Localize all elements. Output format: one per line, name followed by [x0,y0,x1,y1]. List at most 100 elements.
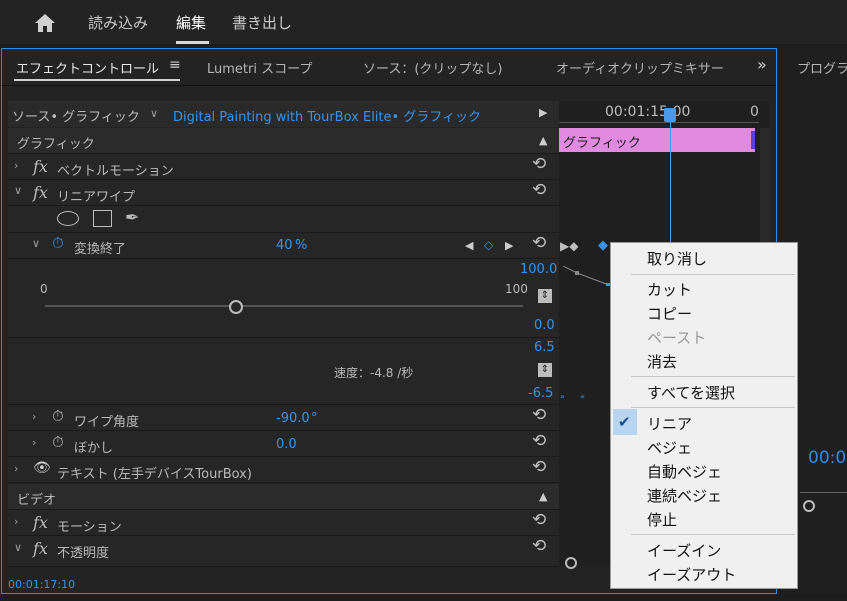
menu-item-undo[interactable]: 取り消し [647,248,707,269]
graphic-clip[interactable]: グラフィック [559,128,755,152]
menu-item-bezier[interactable]: ベジェ [647,437,692,458]
transition-end-unit: % [295,238,308,253]
tab-menu-icon[interactable]: ≡ [169,57,181,73]
source-dropdown-icon[interactable]: ∨ [150,107,158,120]
row-mask-tools [8,206,559,233]
fx-icon[interactable]: fx [33,513,48,532]
collapse-chevron-icon[interactable]: ∨ [14,184,22,197]
collapse-chevron-icon[interactable]: ∨ [14,541,22,554]
section-collapse-icon[interactable]: ▲ [539,134,547,147]
checkmark-icon: ✔ [618,413,631,431]
timeline-timecode: 00:01:15:00 [605,104,691,120]
timeline-zoom-handle[interactable] [565,557,577,569]
tab-audio-clip-mixer[interactable]: オーディオクリップミキサー [556,58,726,77]
section-graphic-label: グラフィック [17,137,95,152]
wipe-angle-label: ワイプ角度 [74,415,140,430]
fx-icon[interactable]: fx [33,183,48,202]
keyframe-nav-icon[interactable]: ▶◆ [560,239,578,253]
play-only-icon[interactable]: ▶ [539,106,547,119]
add-keyframe-icon[interactable]: ◇ [484,238,493,252]
ellipse-mask-icon[interactable] [57,211,79,226]
reset-icon[interactable]: ⟲ [532,536,546,556]
expand-chevron-icon[interactable]: › [32,410,36,423]
stopwatch-icon[interactable]: ⏱ [52,407,64,425]
transition-end-label: 変換終了 [74,242,127,257]
nav-edit[interactable]: 編集 [176,12,206,33]
menu-item-ease-out[interactable]: イーズアウト [647,564,736,585]
footer-timecode: 00:01:17:10 [8,578,76,591]
reset-icon[interactable]: ⟲ [532,180,546,200]
collapse-chevron-icon[interactable]: ∨ [32,237,40,250]
feather-value[interactable]: 0.0 [276,437,297,452]
home-icon[interactable] [33,12,57,38]
menu-item-paste: ペースト [647,329,707,347]
section-collapse-icon[interactable]: ▲ [539,490,547,503]
effect-linear-wipe-label: リニアワイプ [57,190,136,205]
tab-lumetri-scopes[interactable]: Lumetri スコープ [207,58,312,77]
section-video-label: ビデオ [17,493,57,508]
nav-export[interactable]: 書き出し [232,12,292,33]
slider-min-label: 0 [40,282,48,296]
velocity-top-label: 6.5 [534,340,555,355]
row-value-slider [8,259,559,338]
stopwatch-icon[interactable]: ⏱ [52,234,64,252]
effect-opacity-label: 不透明度 [57,546,110,561]
menu-separator [631,376,795,377]
effect-motion-label: モーション [57,520,122,535]
transition-end-value[interactable]: 40 [276,238,293,253]
menu-item-clear[interactable]: 消去 [647,351,677,372]
fx-icon[interactable]: fx [33,157,48,176]
reset-icon[interactable]: ⟲ [532,405,546,425]
tab-effect-controls[interactable]: エフェクトコントロール [16,58,159,77]
tabs-overflow-icon[interactable]: » [757,55,767,74]
tab-source[interactable]: ソース：(クリップなし) [363,58,503,77]
fx-icon[interactable]: fx [33,539,48,558]
next-keyframe-icon[interactable]: ▶ [505,239,513,252]
keyframe-selected-icon[interactable]: ◆ [598,238,608,253]
expand-chevron-icon[interactable]: › [14,515,18,528]
velocity-fit-icon[interactable]: ⇕ [538,363,552,377]
wipe-angle-value[interactable]: -90.0 [276,411,310,426]
menu-item-select-all[interactable]: すべてを選択 [647,382,735,403]
rectangle-mask-icon[interactable] [93,210,112,227]
text-layer-label: テキスト (左手デバイスTourBox) [57,467,252,482]
tab-active-indicator [14,79,180,81]
section-video [8,484,559,510]
wipe-angle-unit: ° [311,411,318,426]
menu-item-cut[interactable]: カット [647,279,692,300]
value-max-label: 100.0 [520,262,558,277]
menu-separator [631,407,795,408]
reset-icon[interactable]: ⟲ [532,457,546,477]
menu-item-ease-in[interactable]: イーズイン [647,540,721,561]
velocity-bottom-label: -6.5 [528,386,554,401]
reset-icon[interactable]: ⟲ [532,510,546,530]
clip-label[interactable]: Digital Painting with TourBox Elite• グラフ… [173,106,481,125]
pen-mask-icon[interactable]: ✒ [125,208,139,228]
program-scroll-handle[interactable] [803,500,815,512]
source-label[interactable]: ソース• グラフィック [12,106,140,125]
prev-keyframe-icon[interactable]: ◀ [465,239,473,252]
expand-chevron-icon[interactable]: › [32,436,36,449]
stopwatch-icon[interactable]: ⏱ [52,433,64,451]
reset-icon[interactable]: ⟲ [532,233,546,253]
feather-label: ぼかし [74,441,114,456]
reset-icon[interactable]: ⟲ [532,154,546,174]
menu-item-continuous-bezier[interactable]: 連続ベジェ [647,485,722,506]
expand-chevron-icon[interactable]: › [14,462,18,475]
graph-fit-icon[interactable]: ⇕ [538,289,552,303]
menu-item-auto-bezier[interactable]: 自動ベジェ [647,461,722,482]
expand-chevron-icon[interactable]: › [14,159,18,172]
menu-item-linear[interactable]: リニア [647,413,692,434]
reset-icon[interactable]: ⟲ [532,431,546,451]
menu-item-hold[interactable]: 停止 [647,509,677,530]
timeline-ruler [559,122,759,123]
effect-vector-motion-label: ベクトルモーション [57,164,174,179]
clip-name: グラフィック [563,136,641,151]
eye-icon[interactable]: 👁 [33,460,51,476]
value-min-label: 0.0 [534,318,555,333]
nav-import[interactable]: 読み込み [88,12,148,33]
tab-program[interactable]: プログラ [797,58,847,77]
menu-separator [631,534,795,535]
menu-item-copy[interactable]: コピー [647,303,692,324]
transition-slider-track[interactable] [45,305,523,307]
